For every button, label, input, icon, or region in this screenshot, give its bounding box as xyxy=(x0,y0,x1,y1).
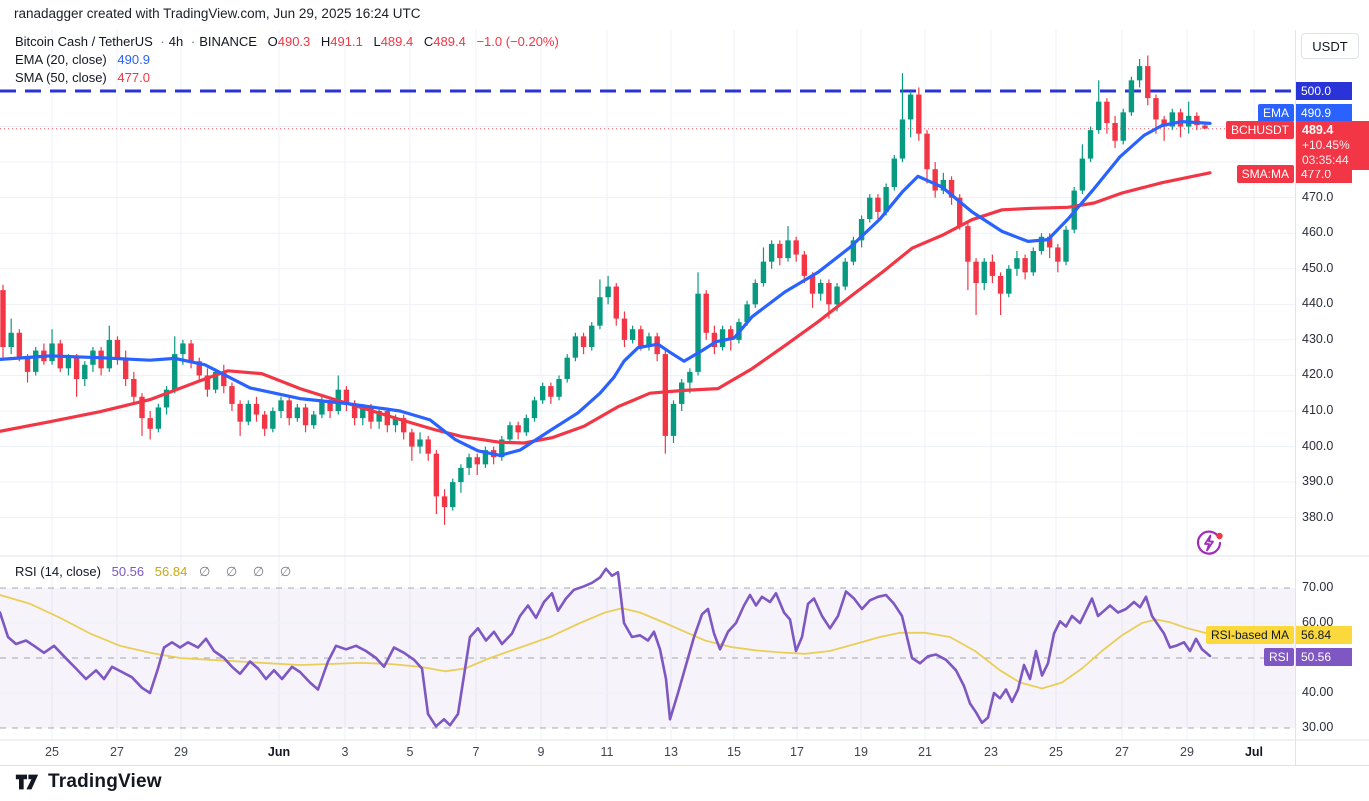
time-axis-label: 9 xyxy=(538,745,545,759)
tradingview-logo-text: TradingView xyxy=(48,771,162,793)
rsi-axis-tag: RSI xyxy=(1264,648,1294,666)
price-axis-label: 450.0 xyxy=(1302,261,1333,275)
price-axis-label: 470.0 xyxy=(1302,190,1333,204)
price-axis-label: 400.0 xyxy=(1302,439,1333,453)
last-price-change: +10.45% xyxy=(1302,138,1369,153)
ema-axis-value: 490.9 xyxy=(1296,104,1352,122)
time-axis-label: 21 xyxy=(918,745,932,759)
time-axis-label: 29 xyxy=(1180,745,1194,759)
price-axis-label: 390.0 xyxy=(1302,474,1333,488)
time-axis-label: Jun xyxy=(268,745,290,759)
time-axis-label: 27 xyxy=(110,745,124,759)
time-axis-label: 23 xyxy=(984,745,998,759)
time-axis-label: Jul xyxy=(1245,745,1263,759)
price-axis-label: 430.0 xyxy=(1302,332,1333,346)
time-axis-label: 29 xyxy=(174,745,188,759)
time-axis-label: 7 xyxy=(473,745,480,759)
symbol-axis-tag: BCHUSDT xyxy=(1226,121,1294,139)
last-price-badge: 489.4 +10.45% 03:35:44 xyxy=(1296,121,1369,170)
time-axis-label: 25 xyxy=(45,745,59,759)
chart-canvas[interactable] xyxy=(0,0,1369,801)
rsi-axis-value: 50.56 xyxy=(1296,648,1352,666)
notification-dot xyxy=(1216,533,1222,539)
time-axis-label: 5 xyxy=(407,745,414,759)
price-axis-label: 460.0 xyxy=(1302,225,1333,239)
price-axis-label: 30.00 xyxy=(1302,720,1333,734)
level-500-badge: 500.0 xyxy=(1296,82,1352,100)
rsi-ma-axis-tag: RSI-based MA xyxy=(1206,626,1294,644)
time-axis-label: 25 xyxy=(1049,745,1063,759)
price-axis-label: 410.0 xyxy=(1302,403,1333,417)
rsi-ma-axis-value: 56.84 xyxy=(1296,626,1352,644)
price-axis-label: 70.00 xyxy=(1302,580,1333,594)
price-axis-label: 440.0 xyxy=(1302,296,1333,310)
time-axis-label: 13 xyxy=(664,745,678,759)
price-axis-label: 420.0 xyxy=(1302,367,1333,381)
tradingview-logo[interactable]: TradingView xyxy=(14,770,162,794)
time-axis-label: 15 xyxy=(727,745,741,759)
bar-countdown: 03:35:44 xyxy=(1302,153,1369,168)
sma-axis-tag: SMA:MA xyxy=(1237,165,1294,183)
tradingview-glyph xyxy=(14,770,40,794)
time-axis-label: 11 xyxy=(601,745,614,759)
currency-usdt-button[interactable]: USDT xyxy=(1301,33,1359,59)
chart-window: ranadagger created with TradingView.com,… xyxy=(0,0,1369,801)
lightning-icon[interactable] xyxy=(1194,528,1224,558)
price-axis-label: 40.00 xyxy=(1302,685,1333,699)
time-axis-label: 27 xyxy=(1115,745,1129,759)
time-axis-label: 3 xyxy=(342,745,349,759)
last-price-value: 489.4 xyxy=(1302,123,1369,138)
price-axis-label: 380.0 xyxy=(1302,510,1333,524)
ema-axis-tag: EMA xyxy=(1258,104,1294,122)
time-axis-label: 17 xyxy=(790,745,804,759)
time-axis-label: 19 xyxy=(854,745,868,759)
